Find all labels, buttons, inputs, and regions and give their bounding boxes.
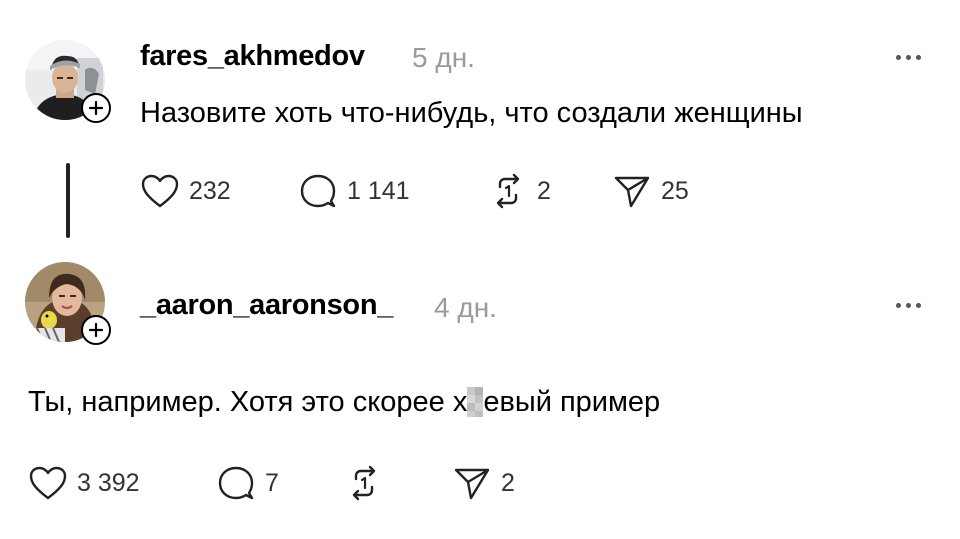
username-aaron[interactable]: _aaron_aaronson_ bbox=[140, 289, 393, 322]
share-button[interactable]: 25 bbox=[612, 173, 689, 209]
like-button[interactable]: 232 bbox=[140, 173, 231, 209]
like-count: 232 bbox=[189, 176, 231, 205]
share-icon bbox=[454, 468, 490, 500]
repost-count: 2 bbox=[537, 176, 551, 205]
repost-icon bbox=[352, 465, 376, 501]
post-text-start: Ты, например. Хотя это скорее х bbox=[28, 386, 468, 418]
comment-count: 7 bbox=[265, 468, 279, 497]
plus-icon bbox=[88, 100, 104, 116]
plus-icon bbox=[88, 322, 104, 338]
post-time: 5 дн. bbox=[412, 42, 475, 73]
thread-line bbox=[66, 163, 70, 238]
post-text: Ты, например. Хотя это скорее х евый прим… bbox=[28, 386, 660, 419]
share-button[interactable]: 2 bbox=[452, 465, 515, 501]
comment-button[interactable]: 1 141 bbox=[298, 173, 410, 209]
censored-blur bbox=[467, 387, 484, 417]
share-count: 25 bbox=[661, 176, 689, 205]
comment-icon bbox=[218, 466, 254, 500]
like-count: 3 392 bbox=[77, 468, 140, 497]
post-text-end: евый пример bbox=[483, 386, 661, 418]
heart-icon bbox=[141, 174, 179, 208]
more-icon[interactable] bbox=[896, 55, 921, 60]
comment-icon bbox=[300, 174, 336, 208]
post-text: Назовите хоть что-нибудь, что создали же… bbox=[140, 97, 803, 129]
post-time: 4 дн. bbox=[434, 292, 497, 323]
repost-button[interactable]: 2 bbox=[488, 173, 551, 209]
repost-icon bbox=[496, 173, 520, 209]
heart-icon bbox=[29, 466, 67, 500]
share-count: 2 bbox=[501, 468, 515, 497]
repost-button[interactable] bbox=[344, 465, 393, 501]
share-icon bbox=[614, 176, 650, 208]
comment-button[interactable]: 7 bbox=[216, 465, 279, 501]
username-fares[interactable]: fares_akhmedov bbox=[140, 40, 365, 73]
follow-button-fares[interactable] bbox=[81, 93, 111, 123]
more-icon[interactable] bbox=[896, 303, 921, 308]
like-button[interactable]: 3 392 bbox=[28, 465, 140, 501]
follow-button-aaron[interactable] bbox=[81, 315, 111, 345]
comment-count: 1 141 bbox=[347, 176, 410, 205]
